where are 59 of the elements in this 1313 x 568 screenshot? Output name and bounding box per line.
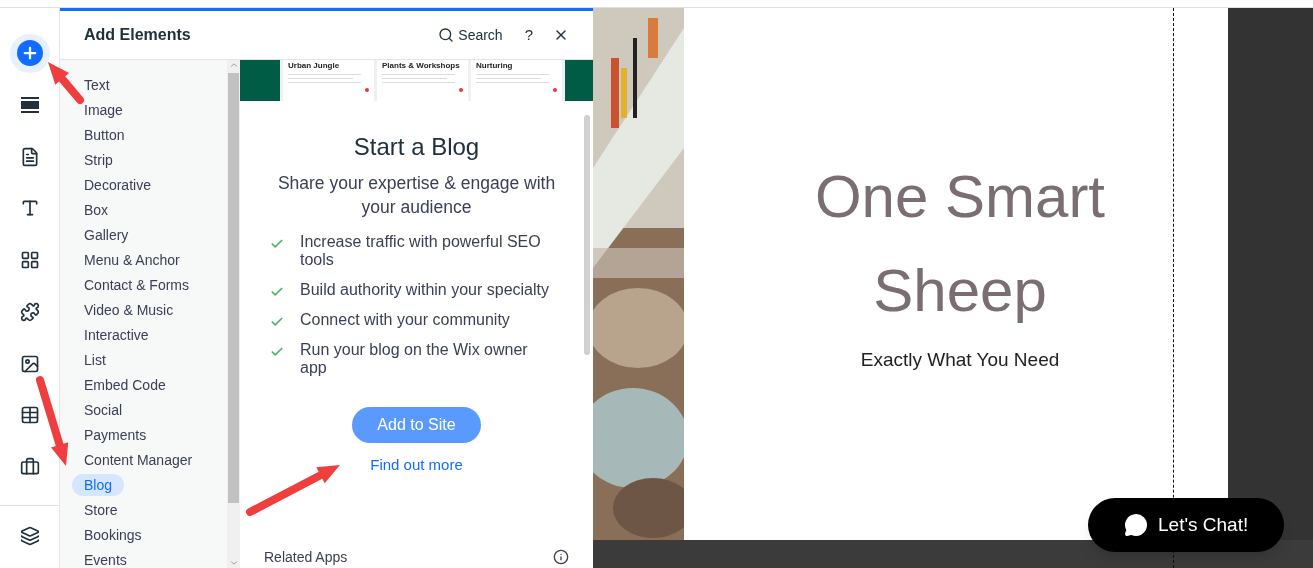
category-item[interactable]: Content Manager: [72, 449, 205, 471]
category-item[interactable]: Gallery: [72, 224, 141, 246]
category-item[interactable]: Interactive: [72, 324, 161, 346]
post-title: Plants & Workshops: [382, 61, 461, 71]
chat-icon: [1124, 513, 1148, 537]
category-item[interactable]: Social: [72, 399, 135, 421]
add-icon: [16, 40, 43, 67]
post-title: Nurturing: [476, 61, 514, 71]
site-heading: One Smart Sheep: [813, 162, 1107, 326]
category-item[interactable]: Decorative: [72, 174, 163, 196]
category-item[interactable]: List: [72, 349, 118, 371]
blog-subtitle: Share your expertise & engage with your audience: [276, 172, 557, 219]
category-item[interactable]: Contact & Forms: [72, 274, 202, 296]
related-apps-label: Related Apps: [264, 548, 348, 566]
scroll-down-icon: [228, 558, 239, 568]
info-icon: [553, 549, 569, 565]
check-icon: [270, 315, 284, 329]
search-button[interactable]: Search: [438, 24, 503, 46]
category-item[interactable]: Video & Music: [72, 299, 186, 321]
category-item[interactable]: Image: [72, 99, 135, 121]
post-image: [240, 60, 280, 101]
category-item[interactable]: Embed Code: [72, 374, 178, 396]
add-tool[interactable]: [9, 34, 50, 73]
image-icon: [19, 353, 40, 374]
category-item[interactable]: Bookings: [72, 524, 154, 546]
category-item[interactable]: Menu & Anchor: [72, 249, 192, 271]
feature-text: Build authority within your specialty: [300, 281, 550, 299]
feature-text: Increase traffic with powerful SEO tools: [300, 233, 542, 269]
post-title: Urban Jungle: [288, 61, 341, 71]
puzzle-icon: [19, 301, 40, 322]
post-image: [565, 60, 593, 101]
category-item[interactable]: Payments: [72, 424, 159, 446]
help-button[interactable]: ?: [524, 23, 533, 47]
category-item[interactable]: Strip: [72, 149, 125, 171]
scrollbar[interactable]: [227, 60, 240, 568]
category-item[interactable]: Text: [72, 74, 122, 96]
scroll-up-icon: [228, 60, 239, 70]
category-item[interactable]: Button: [72, 124, 137, 146]
grid-icon: [19, 250, 40, 271]
annotation-arrow: [48, 62, 84, 104]
panel-title: Add Elements: [84, 25, 191, 45]
category-item[interactable]: Blog: [72, 474, 125, 496]
check-icon: [270, 237, 284, 251]
feature-text: Run your blog on the Wix owner app: [300, 341, 529, 377]
site-tagline: Exactly What You Need: [860, 348, 1060, 372]
check-icon: [270, 345, 284, 359]
find-out-more-link[interactable]: Find out more: [370, 454, 463, 477]
feature-text: Connect with your community: [300, 311, 511, 329]
briefcase-icon: [19, 456, 40, 477]
blog-title: Start a Blog: [353, 132, 480, 162]
check-icon: [270, 285, 284, 299]
chat-button[interactable]: Let's Chat!: [1088, 498, 1285, 552]
strip-icon: [19, 97, 40, 114]
layers-icon: [19, 525, 40, 546]
search-icon: [438, 27, 455, 43]
category-item[interactable]: Events: [72, 549, 139, 568]
table-icon: [19, 405, 40, 426]
category-item[interactable]: Store: [72, 499, 130, 521]
category-item[interactable]: Box: [72, 199, 121, 221]
